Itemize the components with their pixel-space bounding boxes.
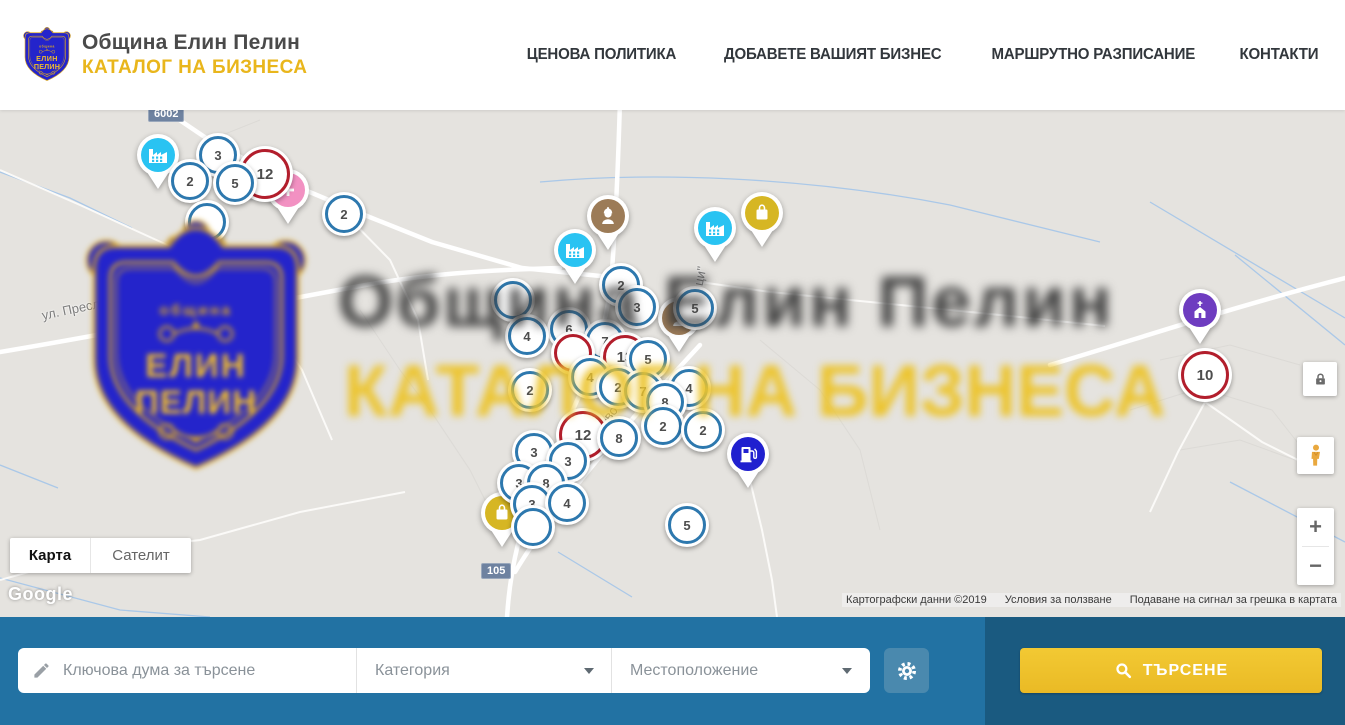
- cluster-count: 4: [586, 370, 593, 385]
- cluster-count: 3: [633, 300, 640, 315]
- map-attribution: Картографски данни ©2019 Условия за полз…: [842, 593, 1341, 607]
- nav-item-timetable[interactable]: МАРШРУТНО РАЗПИСАНИЕ: [991, 46, 1195, 64]
- terms-link[interactable]: Условия за ползване: [1005, 594, 1112, 606]
- church-pin-marker[interactable]: [1177, 288, 1223, 351]
- zoom-out-button[interactable]: −: [1297, 547, 1334, 585]
- search-icon: [1114, 661, 1133, 680]
- zoom-control: + −: [1297, 508, 1334, 585]
- cluster-count: 12: [257, 166, 274, 183]
- report-error-link[interactable]: Подаване на сигнал за грешка в картата: [1130, 594, 1337, 606]
- category-select-value: Категория: [375, 662, 450, 680]
- cluster-count: 3: [530, 445, 537, 460]
- cluster-marker[interactable]: 5: [673, 286, 717, 330]
- search-bar-fields: Категория Местоположение: [0, 617, 985, 725]
- cluster-marker[interactable]: 10: [1178, 348, 1232, 402]
- keyword-search-input[interactable]: [63, 662, 323, 680]
- search-field-group: Категория Местоположение: [18, 648, 870, 693]
- cluster-count: 2: [659, 419, 666, 434]
- attribution-copyright: Картографски данни ©2019: [846, 594, 987, 606]
- search-button[interactable]: ТЪРСЕНЕ: [1020, 648, 1322, 693]
- marker-layer: 32125223564713542427822128333834510: [0, 110, 1345, 617]
- padlock-icon: [1313, 372, 1328, 387]
- chevron-down-icon: [842, 668, 852, 674]
- zoom-in-button[interactable]: +: [1297, 508, 1334, 546]
- cluster-marker[interactable]: 4: [505, 314, 549, 358]
- factory-pin-marker[interactable]: [692, 206, 738, 269]
- street-view-pegman-button[interactable]: [1297, 437, 1334, 474]
- factory-pin-marker[interactable]: [552, 228, 598, 291]
- cluster-ring: [188, 203, 226, 241]
- nav-item-pricing[interactable]: ЦЕНОВА ПОЛИТИКА: [527, 46, 676, 64]
- search-submit-panel: ТЪРСЕНЕ: [985, 617, 1345, 725]
- category-select[interactable]: Категория: [357, 648, 612, 693]
- cluster-count: 3: [564, 454, 571, 469]
- cluster-count: 3: [214, 148, 221, 163]
- main-nav: ЦЕНОВА ПОЛИТИКА ДОБАВЕТЕ ВАШИЯТ БИЗНЕС М…: [522, 0, 1321, 110]
- gear-icon: [895, 659, 919, 683]
- cluster-marker[interactable]: 2: [641, 404, 685, 448]
- site-title: Община Елин Пелин: [82, 31, 307, 55]
- map-type-satellite-button[interactable]: Сателит: [90, 538, 191, 573]
- municipality-crest-logo: [22, 26, 72, 83]
- site-logo[interactable]: Община Елин Пелин КАТАЛОГ НА БИЗНЕСА: [22, 26, 307, 83]
- cluster-count: 2: [186, 174, 193, 189]
- cluster-count: 5: [231, 176, 238, 191]
- cluster-count: 10: [1197, 367, 1214, 384]
- location-select[interactable]: Местоположение: [612, 648, 869, 693]
- search-bar: Категория Местоположение ТЪРСЕНЕ: [0, 617, 1345, 725]
- cluster-marker[interactable]: 3: [615, 285, 659, 329]
- cluster-count: 5: [691, 301, 698, 316]
- cluster-count: 4: [523, 329, 530, 344]
- fuel-pin-marker[interactable]: [725, 432, 771, 495]
- pegman-icon: [1306, 443, 1326, 469]
- nav-item-add-business[interactable]: ДОБАВЕТЕ ВАШИЯТ БИЗНЕС: [724, 46, 942, 64]
- cluster-marker[interactable]: 5: [665, 503, 709, 547]
- site-subtitle: КАТАЛОГ НА БИЗНЕСА: [82, 57, 307, 79]
- map-canvas[interactable]: 32125223564713542427822128333834510 ул. …: [0, 110, 1345, 617]
- cluster-marker[interactable]: 2: [322, 192, 366, 236]
- advanced-settings-button[interactable]: [884, 648, 929, 693]
- cluster-marker[interactable]: 2: [168, 159, 212, 203]
- cluster-count: 5: [644, 352, 651, 367]
- cluster-marker[interactable]: 5: [213, 161, 257, 205]
- cluster-marker[interactable]: 2: [508, 368, 552, 412]
- cluster-count: 8: [615, 431, 622, 446]
- cluster-count: 2: [699, 423, 706, 438]
- keyword-field-cell: [18, 648, 357, 693]
- fullscreen-lock-button[interactable]: [1303, 362, 1337, 396]
- shopping-bag-pin-marker[interactable]: [739, 191, 785, 254]
- cluster-count: 2: [526, 383, 533, 398]
- cluster-count: 4: [563, 496, 570, 511]
- cluster-count: 5: [683, 518, 690, 533]
- location-select-value: Местоположение: [630, 662, 758, 680]
- map-type-control: Карта Сателит: [10, 538, 191, 573]
- google-logo[interactable]: Google: [8, 584, 73, 605]
- site-header: Община Елин Пелин КАТАЛОГ НА БИЗНЕСА ЦЕН…: [0, 0, 1345, 110]
- pencil-icon: [32, 661, 51, 680]
- cluster-count: 4: [685, 381, 692, 396]
- cluster-marker[interactable]: 2: [681, 408, 725, 452]
- cluster-ring: [514, 508, 552, 546]
- cluster-count: 2: [340, 207, 347, 222]
- cluster-marker[interactable]: [511, 505, 555, 549]
- search-button-label: ТЪРСЕНЕ: [1143, 662, 1228, 680]
- cluster-marker[interactable]: [185, 200, 229, 244]
- chevron-down-icon: [584, 668, 594, 674]
- nav-item-contacts[interactable]: КОНТАКТИ: [1240, 46, 1319, 64]
- map-type-map-button[interactable]: Карта: [10, 538, 90, 573]
- cluster-marker[interactable]: 8: [597, 416, 641, 460]
